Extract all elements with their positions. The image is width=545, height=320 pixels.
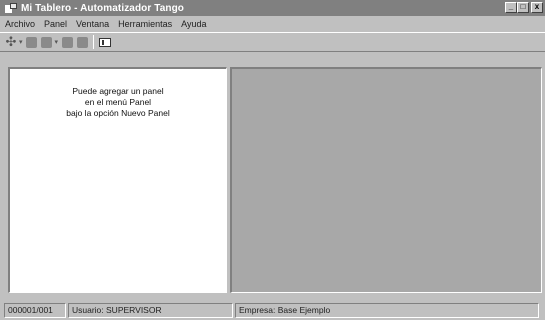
toolbar-button-2[interactable] — [41, 36, 53, 48]
toolbar-button-1[interactable] — [26, 36, 38, 48]
status-user: Usuario: SUPERVISOR — [68, 302, 233, 318]
toolbar-button-4[interactable] — [76, 36, 88, 48]
menu-herramientas[interactable]: Herramientas — [118, 19, 172, 29]
dropdown-icon[interactable]: ▾ — [55, 38, 59, 46]
add-panel-button[interactable]: ✣ — [5, 34, 17, 49]
hint-line: en el menú Panel — [84, 97, 152, 107]
status-code: 000001/001 — [4, 302, 66, 318]
app-icon — [5, 2, 17, 14]
hint-line: bajo la opción Nuevo Panel — [66, 108, 170, 118]
dropdown-icon[interactable]: ▾ — [19, 38, 23, 46]
panel-icon — [26, 36, 38, 48]
add-panel-icon: ✣ — [5, 34, 17, 49]
panel-icon — [61, 36, 73, 48]
window-title: Mi Tablero - Automatizador Tango — [21, 2, 185, 14]
panel-icon — [41, 36, 53, 48]
workspace-area[interactable] — [230, 67, 542, 293]
toolbar-button-3[interactable] — [61, 36, 73, 48]
hint-line: Puede agregar un panel — [72, 86, 164, 96]
panel-list[interactable]: Puede agregar un panel en el menú Panel … — [8, 67, 227, 293]
window-icon — [99, 37, 112, 47]
status-bar: 000001/001 Usuario: SUPERVISOR Empresa: … — [0, 300, 545, 320]
panel-icon — [76, 36, 88, 48]
maximize-button[interactable]: □ — [517, 2, 529, 13]
status-company: Empresa: Base Ejemplo — [235, 302, 539, 318]
minimize-button[interactable]: _ — [505, 2, 517, 13]
close-button[interactable]: x — [531, 2, 543, 13]
menu-ayuda[interactable]: Ayuda — [181, 19, 206, 29]
title-bar: Mi Tablero - Automatizador Tango _ □ x — [0, 0, 545, 16]
toolbar: ✣ ▾ ▾ — [0, 32, 545, 52]
empty-hint: Puede agregar un panel en el menú Panel … — [10, 86, 226, 119]
toolbar-separator — [93, 35, 95, 49]
menu-ventana[interactable]: Ventana — [76, 19, 109, 29]
menu-bar: Archivo Panel Ventana Herramientas Ayuda — [0, 17, 545, 31]
menu-panel[interactable]: Panel — [44, 19, 67, 29]
window-button[interactable] — [99, 36, 112, 48]
menu-archivo[interactable]: Archivo — [5, 19, 35, 29]
